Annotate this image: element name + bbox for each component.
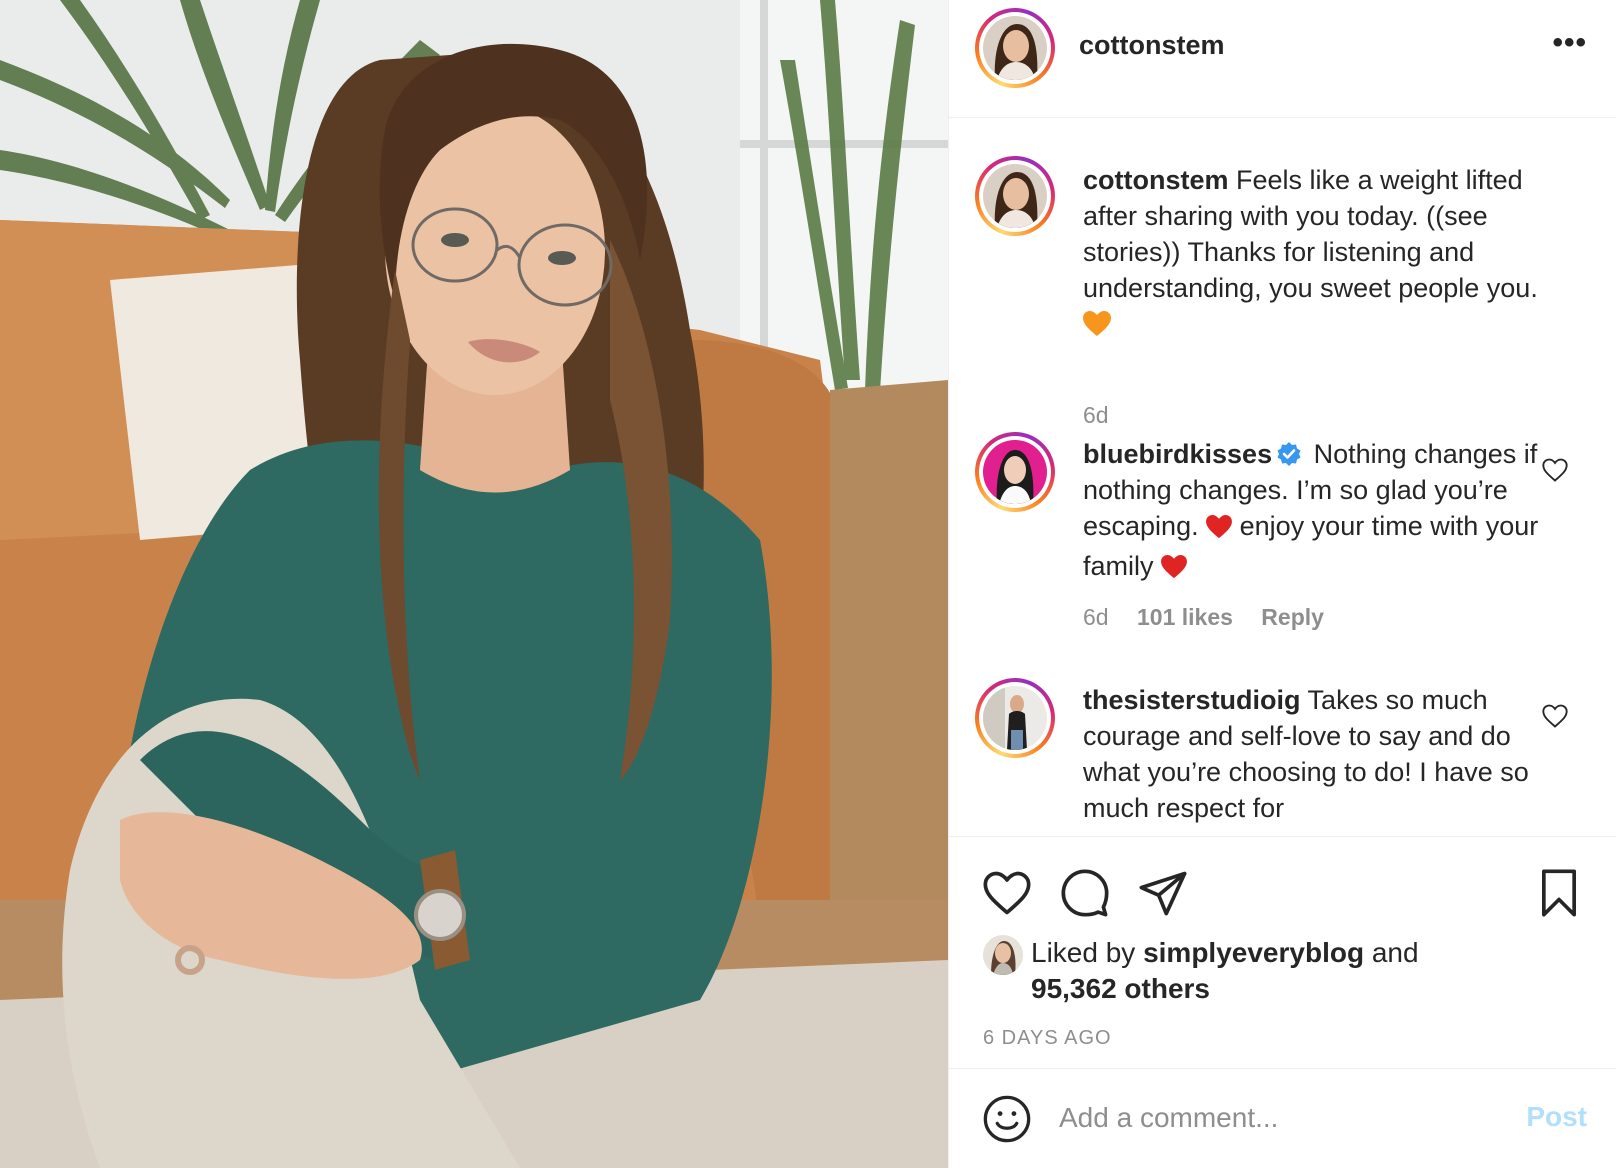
post-timestamp[interactable]: 6 DAYS AGO (983, 1027, 1112, 1050)
post-detail-panel: cottonstem ••• cottonstem Feels like a w… (948, 0, 1616, 1168)
commenter-avatar[interactable] (975, 678, 1055, 758)
comment-text: thesisterstudioig Takes so much courage … (1083, 682, 1563, 826)
liked-by-line: Liked by simplyeveryblog and (1031, 937, 1419, 969)
comment-text: bluebirdkisses Nothing changes if nothin… (1083, 436, 1563, 588)
comment-username[interactable]: bluebirdkisses (1083, 439, 1272, 469)
post-header: cottonstem ••• (949, 0, 1616, 118)
share-paper-plane-icon[interactable] (1137, 867, 1189, 919)
likes-count[interactable]: 95,362 others (1031, 973, 1210, 1005)
reply-button[interactable]: Reply (1261, 604, 1324, 630)
avatar-image (983, 686, 1047, 750)
comment-username[interactable]: thesisterstudioig (1083, 685, 1301, 715)
like-heart-icon[interactable] (981, 867, 1033, 919)
liked-by-prefix: Liked by (1031, 937, 1136, 968)
red-heart-icon (1206, 512, 1233, 548)
post-comment-button[interactable]: Post (1526, 1101, 1587, 1133)
save-bookmark-icon[interactable] (1533, 867, 1585, 919)
post-image (0, 0, 948, 1168)
comment-likes[interactable]: 101 likes (1137, 604, 1233, 630)
orange-heart-icon (1083, 310, 1111, 346)
post-author-username[interactable]: cottonstem (1079, 30, 1225, 61)
commenter-avatar[interactable] (975, 432, 1055, 512)
comment-age[interactable]: 6d (1083, 604, 1109, 630)
like-comment-heart-icon[interactable] (1541, 702, 1569, 730)
comments-list[interactable]: cottonstem Feels like a weight lifted af… (949, 120, 1616, 836)
author-avatar[interactable] (975, 8, 1055, 88)
comment-age[interactable]: 6d (1083, 402, 1109, 428)
liked-by-user[interactable]: simplyeveryblog (1143, 937, 1364, 968)
avatar-image (983, 935, 1023, 975)
caption-text: cottonstem Feels like a weight lifted af… (1083, 162, 1563, 346)
caption-avatar[interactable] (975, 156, 1055, 236)
red-heart-icon (1161, 552, 1187, 588)
verified-badge-icon (1276, 440, 1302, 466)
add-comment-bar: Post (949, 1068, 1616, 1168)
liker-avatar[interactable] (983, 935, 1023, 975)
comment-username[interactable]: cottonstem (1083, 165, 1229, 195)
add-comment-input[interactable] (1059, 1095, 1479, 1141)
post-photo[interactable] (0, 0, 948, 1168)
comment-meta: 6d 101 likes Reply (1083, 604, 1346, 631)
avatar-image (983, 440, 1047, 504)
avatar-image (983, 16, 1047, 80)
post-actions: Liked by simplyeveryblog and 95,362 othe… (949, 836, 1616, 1068)
like-comment-heart-icon[interactable] (1541, 456, 1569, 484)
liked-by-suffix: and (1371, 937, 1419, 968)
comment-bubble-icon[interactable] (1059, 867, 1111, 919)
caption-meta: 6d (1083, 402, 1131, 429)
more-options-icon[interactable]: ••• (1552, 28, 1587, 58)
emoji-smiley-icon[interactable] (981, 1093, 1033, 1145)
avatar-image (983, 164, 1047, 228)
